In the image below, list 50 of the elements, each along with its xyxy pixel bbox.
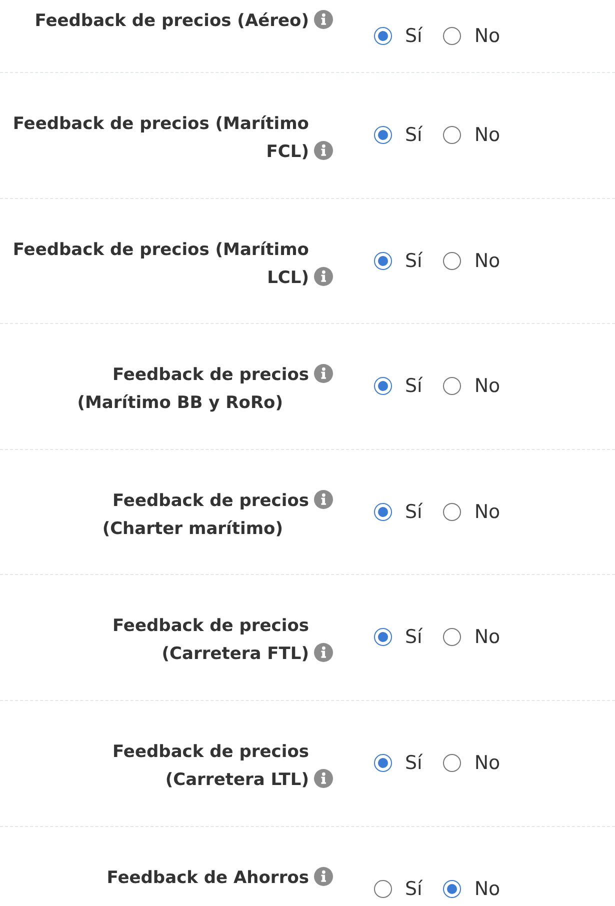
option-label: Sí bbox=[405, 750, 422, 776]
setting-sublabel: (Marítimo BB y RoRo) bbox=[77, 392, 283, 416]
radio-button[interactable] bbox=[443, 502, 462, 521]
info-icon[interactable] bbox=[314, 866, 333, 886]
option-label: No bbox=[474, 374, 500, 400]
info-icon[interactable] bbox=[314, 364, 333, 384]
setting-sublabel: (Charter marítimo) bbox=[102, 518, 283, 541]
option-label: Sí bbox=[405, 625, 422, 650]
info-icon[interactable] bbox=[314, 10, 333, 29]
radio-button[interactable] bbox=[443, 252, 462, 270]
option-label: No bbox=[474, 750, 500, 776]
radio-button[interactable] bbox=[443, 880, 462, 898]
radio-button[interactable] bbox=[374, 377, 392, 396]
radio-button[interactable] bbox=[374, 880, 392, 898]
setting-label: Feedback de precios (Marítimo FCL) bbox=[12, 113, 309, 164]
radio-button[interactable] bbox=[443, 377, 462, 396]
info-icon[interactable] bbox=[314, 141, 333, 160]
option-label: Sí bbox=[405, 248, 422, 274]
radio-button[interactable] bbox=[374, 252, 392, 270]
setting-label: Feedback de precios (Carretera FTL) bbox=[112, 615, 309, 666]
info-icon[interactable] bbox=[314, 643, 333, 662]
option-label: No bbox=[474, 24, 500, 49]
info-icon[interactable] bbox=[314, 768, 333, 788]
info-icon[interactable] bbox=[314, 266, 333, 286]
radio-button[interactable] bbox=[374, 754, 392, 772]
setting-label: Feedback de precios bbox=[112, 490, 309, 513]
option-label: Sí bbox=[405, 500, 422, 525]
radio-button[interactable] bbox=[443, 754, 462, 772]
option-label: No bbox=[474, 248, 500, 274]
setting-label: Feedback de precios (Carretera LTL) bbox=[112, 740, 309, 792]
option-label: Sí bbox=[405, 24, 422, 49]
radio-button[interactable] bbox=[443, 628, 462, 646]
radio-button[interactable] bbox=[374, 27, 392, 45]
radio-button[interactable] bbox=[374, 126, 392, 144]
option-label: No bbox=[474, 500, 500, 525]
setting-label: Feedback de Ahorros bbox=[106, 866, 309, 890]
radio-button[interactable] bbox=[443, 27, 462, 45]
radio-button[interactable] bbox=[374, 502, 392, 521]
radio-button[interactable] bbox=[443, 126, 462, 144]
option-label: No bbox=[474, 625, 500, 650]
option-label: Sí bbox=[405, 123, 422, 148]
option-label: No bbox=[474, 876, 500, 902]
option-label: No bbox=[474, 123, 500, 148]
radio-button[interactable] bbox=[374, 628, 392, 646]
setting-label: Feedback de precios (Marítimo LCL) bbox=[12, 238, 309, 290]
option-label: Sí bbox=[405, 876, 422, 902]
setting-label: Feedback de precios bbox=[112, 364, 309, 388]
option-label: Sí bbox=[405, 374, 422, 400]
info-icon[interactable] bbox=[314, 490, 333, 509]
setting-label: Feedback de precios (Aéreo) bbox=[34, 10, 309, 33]
